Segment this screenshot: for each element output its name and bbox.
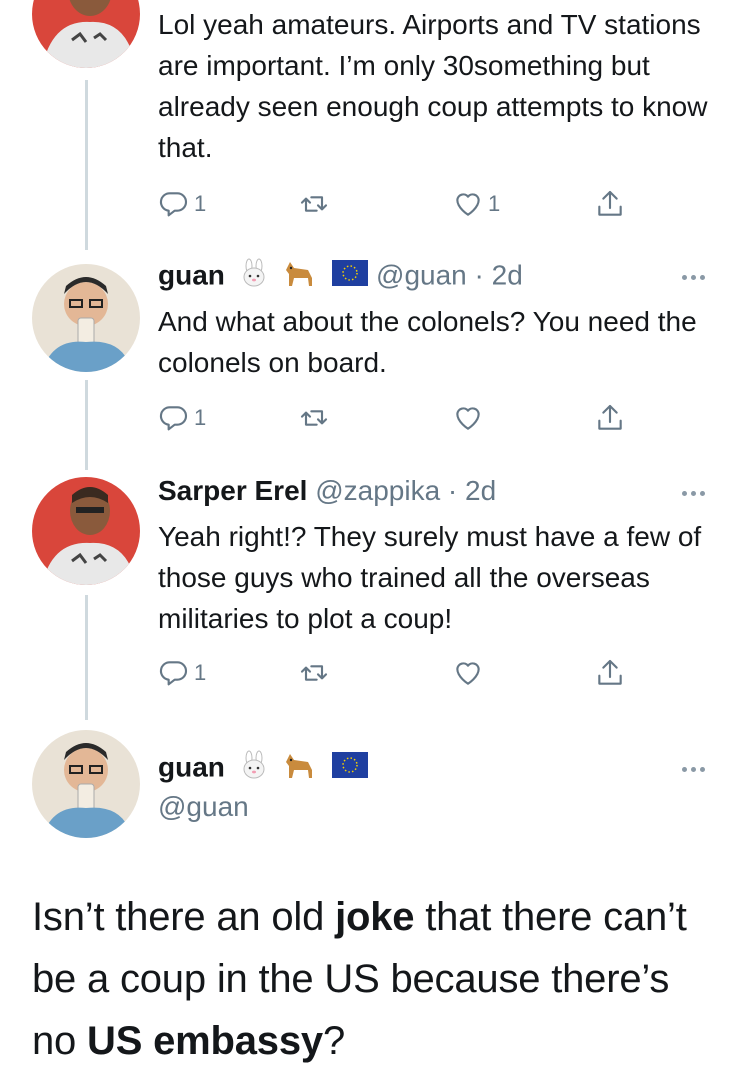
tweet-time: · 2d [447, 475, 497, 506]
reply-button[interactable]: 1 [158, 653, 206, 693]
dog-icon [282, 750, 318, 788]
thread-line-1 [85, 80, 88, 250]
reply-icon [159, 192, 188, 217]
like-button[interactable] [452, 653, 484, 693]
more-icon [682, 766, 687, 772]
retweet-icon [300, 410, 328, 426]
author-handle[interactable]: @guan [158, 791, 249, 822]
share-button[interactable] [594, 653, 626, 693]
author-handle[interactable]: @guan [376, 259, 467, 290]
avatar-guan[interactable] [32, 730, 140, 838]
avatar-sarper[interactable] [32, 0, 140, 68]
bold-text: joke [335, 895, 415, 939]
main-tweet-text: Isn’t there an old joke that there can’t… [32, 886, 720, 1072]
retweet-button[interactable] [298, 398, 330, 438]
like-icon [456, 407, 480, 430]
thread-line-3 [85, 595, 88, 720]
share-icon [598, 404, 622, 430]
like-count: 1 [488, 191, 501, 216]
tweet-2-actions: 1 [158, 398, 638, 438]
retweet-icon [300, 196, 328, 212]
retweet-button[interactable] [298, 653, 330, 693]
tweet-3-actions: 1 [158, 653, 638, 693]
more-button[interactable] [682, 486, 714, 500]
more-button[interactable] [682, 270, 714, 284]
more-button[interactable] [682, 762, 714, 776]
reply-button[interactable]: 1 [158, 184, 206, 224]
text-segment: ? [322, 1019, 345, 1063]
rabbit-face-icon [239, 258, 269, 296]
reply-icon [159, 661, 188, 686]
share-icon [598, 190, 622, 216]
avatar-sarper[interactable] [32, 477, 140, 585]
reply-button[interactable]: 1 [158, 398, 206, 438]
rabbit-face-icon [239, 750, 269, 788]
like-icon [456, 193, 480, 216]
share-button[interactable] [594, 184, 626, 224]
eu-flag-icon [332, 752, 369, 786]
reply-count: 1 [194, 191, 207, 216]
tweet-1-text: Lol yeah amateurs. Airports and TV stati… [158, 9, 708, 163]
avatar-guan[interactable] [32, 264, 140, 372]
like-icon [456, 662, 480, 685]
tweet-3-header: Sarper Erel @zappika · 2d [158, 474, 496, 508]
author-name[interactable]: Sarper Erel [158, 475, 307, 506]
text-segment: Isn’t there an old [32, 895, 336, 939]
eu-flag-icon [332, 260, 369, 294]
main-tweet-handle: @guan [158, 790, 249, 824]
tweet-time: · 2d [474, 259, 523, 291]
share-icon [598, 659, 622, 685]
author-name[interactable]: guan [158, 751, 225, 782]
reply-count: 1 [194, 405, 207, 430]
retweet-button[interactable] [298, 184, 330, 224]
tweet-2-text: And what about the colonels? You need th… [158, 306, 697, 378]
author-name[interactable]: guan [158, 259, 225, 290]
author-handle[interactable]: @zappika [315, 475, 440, 506]
tweet-1-actions: 1 1 [158, 184, 638, 224]
retweet-icon [300, 665, 328, 681]
like-button[interactable] [452, 398, 484, 438]
reply-count: 1 [194, 660, 207, 685]
more-icon [682, 274, 687, 280]
tweet-3-text: Yeah right!? They surely must have a few… [158, 521, 702, 634]
reply-icon [159, 406, 188, 431]
tweet-2-header: guan @guan · 2d [158, 258, 523, 296]
share-button[interactable] [594, 398, 626, 438]
bold-text: US embassy [87, 1019, 323, 1063]
thread-line-2 [85, 380, 88, 470]
like-button[interactable]: 1 [452, 184, 500, 224]
more-icon [682, 490, 687, 496]
dog-icon [282, 258, 318, 296]
main-tweet-header: guan [158, 750, 369, 788]
